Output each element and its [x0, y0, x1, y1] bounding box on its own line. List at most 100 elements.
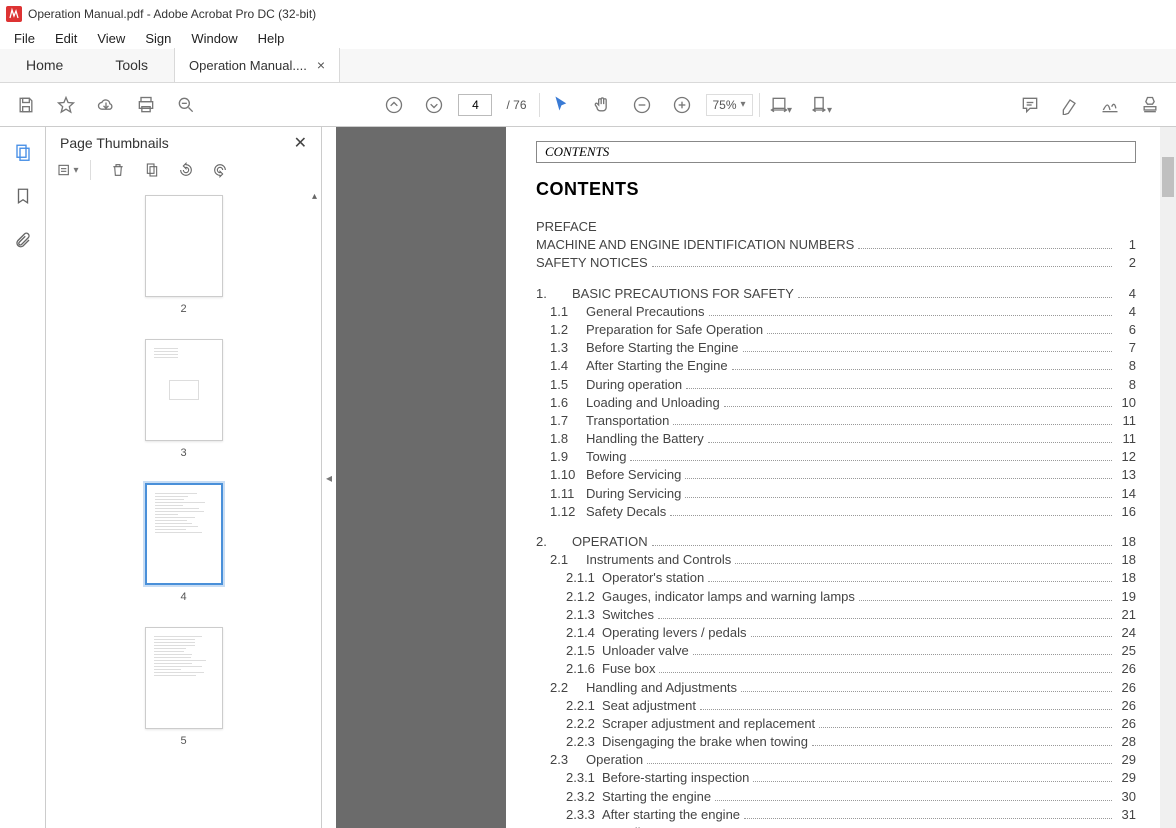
page-input[interactable]: [458, 94, 492, 116]
tab-home[interactable]: Home: [0, 48, 89, 82]
toc-row: 1.6 Loading and Unloading 10: [536, 394, 1136, 412]
toc-num: 2.2.1: [566, 697, 602, 715]
thumbnail-item[interactable]: 5: [46, 627, 321, 747]
save-icon[interactable]: [10, 89, 42, 121]
toc-row: 2.3.2 Starting the engine 30: [536, 788, 1136, 806]
toc-row: 2.1.2 Gauges, indicator lamps and warnin…: [536, 588, 1136, 606]
toc-page: 31: [1116, 806, 1136, 824]
tab-tools[interactable]: Tools: [89, 48, 174, 82]
menu-sign[interactable]: Sign: [135, 29, 181, 48]
toc-label: Scraper adjustment and replacement: [602, 715, 815, 733]
new-page-icon[interactable]: [140, 158, 164, 182]
thumbnail-image[interactable]: [145, 627, 223, 729]
toc-page: 26: [1116, 697, 1136, 715]
toc-dots: [658, 618, 1112, 619]
toc-page: 26: [1116, 679, 1136, 697]
page-display-icon[interactable]: ▾: [806, 89, 838, 121]
rotate-cw-icon[interactable]: [208, 158, 232, 182]
menu-file[interactable]: File: [4, 29, 45, 48]
menu-window[interactable]: Window: [181, 29, 247, 48]
toc-page: 21: [1116, 606, 1136, 624]
toc-dots: [767, 333, 1112, 334]
sign-icon[interactable]: [1094, 89, 1126, 121]
toc-dots: [709, 315, 1112, 316]
thumbnail-number: 2: [180, 303, 186, 315]
thumbnail-image[interactable]: [145, 339, 223, 441]
thumbnail-options-icon[interactable]: ▾: [56, 158, 80, 182]
fit-width-icon[interactable]: ▾: [766, 89, 798, 121]
thumbnail-item[interactable]: 3: [46, 339, 321, 459]
toc-row: 2.3.1 Before-starting inspection 29: [536, 769, 1136, 787]
thumbnail-list[interactable]: ▴ 2 3 4 5: [46, 185, 321, 828]
toc-page: 18: [1116, 533, 1136, 551]
toc-label: Unloader valve: [602, 642, 689, 660]
search-icon[interactable]: [170, 89, 202, 121]
thumbnail-image[interactable]: [145, 483, 223, 585]
toc-num: 1.6: [550, 394, 586, 412]
toc-num: 2.3: [550, 751, 586, 769]
toc-num: 2.1.4: [566, 624, 602, 642]
zoom-level[interactable]: 75%▾: [706, 94, 753, 116]
vertical-scrollbar[interactable]: [1160, 127, 1176, 828]
scroll-up-icon[interactable]: ▴: [312, 191, 317, 202]
toc-dots: [753, 781, 1112, 782]
toc-num: 2.1.2: [566, 588, 602, 606]
delete-icon[interactable]: [106, 158, 130, 182]
page-up-icon[interactable]: [378, 89, 410, 121]
toc-row: 1.3 Before Starting the Engine 7: [536, 339, 1136, 357]
title-bar: Operation Manual.pdf - Adobe Acrobat Pro…: [0, 0, 1176, 27]
bookmark-rail-icon[interactable]: [8, 181, 38, 211]
page-down-icon[interactable]: [418, 89, 450, 121]
toc-row: 1.10 Before Servicing 13: [536, 466, 1136, 484]
toc-page: 26: [1116, 660, 1136, 678]
page-total: / 76: [500, 98, 532, 112]
thumbnail-item[interactable]: 4: [46, 483, 321, 603]
toc-label: Disengaging the brake when towing: [602, 733, 808, 751]
toc-row: 2.2.2 Scraper adjustment and replacement…: [536, 715, 1136, 733]
toc-num: 1.2: [550, 321, 586, 339]
toc-row: 1. BASIC PRECAUTIONS FOR SAFETY 4: [536, 285, 1136, 303]
separator: [759, 93, 760, 117]
tab-close-icon[interactable]: ×: [317, 57, 325, 73]
toc-row: 2.1.5 Unloader valve 25: [536, 642, 1136, 660]
print-icon[interactable]: [130, 89, 162, 121]
stamp-icon[interactable]: [1134, 89, 1166, 121]
toc-num: 2.3.1: [566, 769, 602, 787]
cloud-icon[interactable]: [90, 89, 122, 121]
zoom-out-icon[interactable]: [626, 89, 658, 121]
menu-help[interactable]: Help: [248, 29, 295, 48]
tab-document[interactable]: Operation Manual.... ×: [174, 48, 340, 82]
menu-edit[interactable]: Edit: [45, 29, 87, 48]
toc-row: 1.12 Safety Decals 16: [536, 503, 1136, 521]
toc-label: OPERATION: [572, 533, 648, 551]
thumbnail-image[interactable]: [145, 195, 223, 297]
scrollbar-handle[interactable]: [1162, 157, 1174, 197]
thumbnails-rail-icon[interactable]: [8, 137, 38, 167]
toc-page: 4: [1116, 303, 1136, 321]
highlight-icon[interactable]: [1054, 89, 1086, 121]
document-view[interactable]: CONTENTS CONTENTS PREFACE MACHINE AND EN…: [336, 127, 1176, 828]
toc-row: MACHINE AND ENGINE IDENTIFICATION NUMBER…: [536, 236, 1136, 254]
thumbnail-number: 3: [180, 447, 186, 459]
hand-tool-icon[interactable]: [586, 89, 618, 121]
comment-icon[interactable]: [1014, 89, 1046, 121]
rotate-ccw-icon[interactable]: [174, 158, 198, 182]
toc-label: General Precautions: [586, 303, 705, 321]
menu-view[interactable]: View: [87, 29, 135, 48]
collapse-panel-button[interactable]: ◂: [322, 127, 336, 828]
toc-row: SAFETY NOTICES 2: [536, 254, 1136, 272]
select-tool-icon[interactable]: [546, 89, 578, 121]
toc-page: 29: [1116, 751, 1136, 769]
toc-num: 2.: [536, 533, 572, 551]
thumbnail-panel-close-icon[interactable]: ✕: [294, 133, 307, 153]
toc-row: 1.1 General Precautions 4: [536, 303, 1136, 321]
toc-row: 2.1.1 Operator's station 18: [536, 569, 1136, 587]
toc-page: 26: [1116, 715, 1136, 733]
toc-label: Before-starting inspection: [602, 769, 749, 787]
star-icon[interactable]: [50, 89, 82, 121]
toc-num: 2.1.1: [566, 569, 602, 587]
zoom-in-icon[interactable]: [666, 89, 698, 121]
thumbnail-tools: ▾: [46, 155, 321, 185]
attachment-rail-icon[interactable]: [8, 225, 38, 255]
thumbnail-item[interactable]: 2: [46, 195, 321, 315]
